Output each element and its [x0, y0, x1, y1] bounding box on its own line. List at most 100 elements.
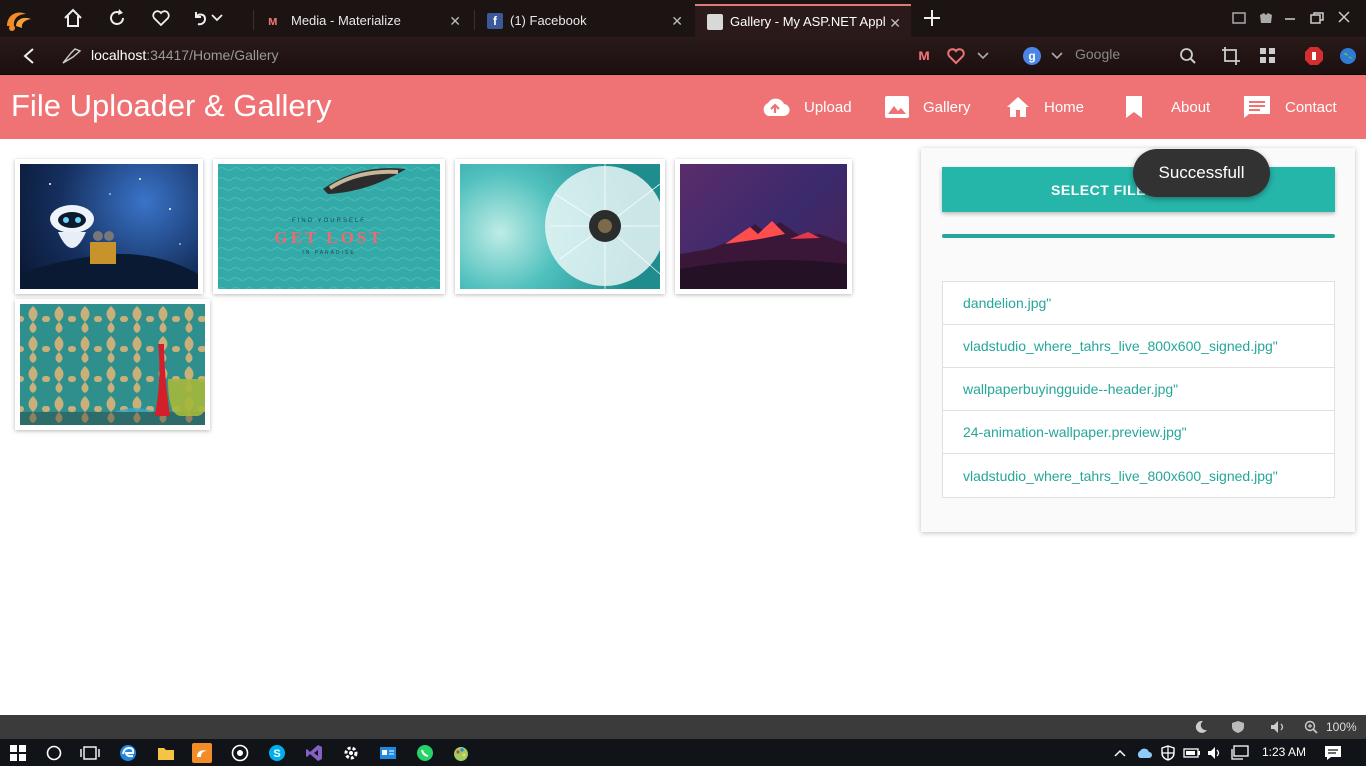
site-info-icon[interactable] — [60, 44, 84, 68]
materialize-icon[interactable]: ᴍ — [912, 44, 936, 68]
wallpaper-vases-image — [20, 304, 205, 425]
action-center-icon[interactable] — [1323, 743, 1343, 763]
red-mountains-image — [680, 164, 847, 289]
file-explorer-icon[interactable] — [156, 743, 176, 763]
brand-logo[interactable]: File Uploader & Gallery — [11, 88, 331, 124]
google-search-engine-icon[interactable]: g — [1020, 44, 1044, 68]
globe-extension-icon[interactable] — [1336, 44, 1360, 68]
gallery-item[interactable] — [15, 159, 203, 294]
svg-text:S: S — [273, 748, 280, 760]
favorite-heart-icon[interactable] — [944, 44, 968, 68]
new-tab-plus-icon[interactable] — [920, 6, 944, 30]
search-input[interactable]: Google — [1075, 46, 1120, 62]
tab-label: Media - Materialize — [291, 13, 401, 28]
defender-shield-icon[interactable] — [1158, 743, 1178, 763]
nav-label: About — [1171, 98, 1211, 116]
get-lost-boat-image: FIND YOURSELF GET LOST IN PARADISE — [218, 164, 440, 289]
skin-icon[interactable] — [1254, 6, 1278, 30]
gallery-item[interactable] — [455, 159, 665, 294]
gallery-item[interactable]: FIND YOURSELF GET LOST IN PARADISE — [213, 159, 445, 294]
bookmark-icon — [1125, 95, 1143, 119]
tab-separator — [253, 10, 254, 30]
file-list-item[interactable]: wallpaperbuyingguide--header.jpg" — [943, 368, 1334, 411]
edge-browser-icon[interactable] — [118, 743, 138, 763]
tab-label: (1) Facebook — [510, 13, 587, 28]
success-toast: Successfull — [1133, 149, 1270, 197]
browser-tab-bar: ᴍ Media - Materialize ✕ f (1) Facebook ✕… — [0, 0, 1366, 37]
upload-progress-bar — [942, 234, 1335, 238]
nav-home[interactable]: Home — [1006, 92, 1084, 122]
night-mode-moon-icon[interactable] — [1189, 715, 1213, 739]
skype-icon[interactable]: S — [267, 743, 287, 763]
file-list-item[interactable]: vladstudio_where_tahrs_live_800x600_sign… — [943, 454, 1334, 497]
nav-label: Home — [1044, 98, 1085, 116]
chevron-down-icon[interactable] — [1045, 44, 1069, 68]
settings-target-icon[interactable] — [230, 743, 250, 763]
image-subtitle-top: FIND YOURSELF — [292, 218, 366, 224]
windows-start-icon[interactable] — [8, 743, 28, 763]
uc-browser-taskbar-icon[interactable] — [192, 743, 212, 763]
nav-contact[interactable]: Contact — [1243, 92, 1337, 122]
nav-label: Upload — [804, 98, 852, 116]
network-icon[interactable] — [1230, 743, 1250, 763]
file-list-item[interactable]: dandelion.jpg" — [943, 282, 1334, 325]
restore-icon[interactable] — [1305, 6, 1329, 30]
image-caption: GET LOST — [274, 228, 383, 247]
zoom-level[interactable]: 100% — [1326, 720, 1357, 734]
paint-app-icon[interactable] — [451, 743, 471, 763]
image-icon — [885, 96, 909, 118]
chevron-up-icon[interactable] — [1110, 743, 1130, 763]
tablet-mode-icon[interactable] — [1227, 6, 1251, 30]
url-path: :34417/Home/Gallery — [146, 47, 279, 63]
cloud-sync-icon[interactable] — [1134, 743, 1154, 763]
adblock-icon[interactable] — [1302, 44, 1326, 68]
tab-materialize[interactable]: ᴍ Media - Materialize ✕ — [256, 4, 471, 37]
apps-grid-icon[interactable] — [1256, 44, 1280, 68]
file-list-item[interactable]: vladstudio_where_tahrs_live_800x600_sign… — [943, 325, 1334, 368]
favorite-heart-icon[interactable] — [149, 6, 173, 30]
url-host: localhost — [91, 47, 147, 63]
cloud-upload-icon — [760, 96, 790, 118]
browser-status-bar — [0, 715, 1366, 739]
nav-about[interactable]: About — [1125, 92, 1210, 122]
battery-icon[interactable] — [1182, 743, 1202, 763]
screenshot-icon[interactable] — [1219, 44, 1243, 68]
nav-upload[interactable]: Upload — [760, 92, 852, 122]
tab-gallery[interactable]: Gallery - My ASP.NET Applica ✕ — [695, 4, 911, 37]
shield-icon[interactable] — [1226, 715, 1250, 739]
task-view-icon[interactable] — [80, 743, 100, 763]
chevron-down-icon[interactable] — [207, 6, 227, 30]
gallery-item[interactable] — [675, 159, 852, 294]
back-icon[interactable] — [17, 44, 41, 68]
home-icon[interactable] — [61, 6, 85, 30]
materialize-icon: ᴍ — [268, 12, 278, 28]
cortana-search-icon[interactable] — [44, 743, 64, 763]
tab-label: Gallery - My ASP.NET Applica — [730, 14, 885, 29]
page-icon — [707, 13, 723, 30]
whatsapp-icon[interactable] — [415, 743, 435, 763]
url-field[interactable]: localhost:34417/Home/Gallery — [91, 47, 279, 63]
speaker-icon[interactable] — [1205, 743, 1225, 763]
uc-browser-logo-icon[interactable] — [4, 5, 34, 33]
reload-icon[interactable] — [105, 6, 129, 30]
image-subtitle-bottom: IN PARADISE — [302, 250, 355, 256]
close-icon[interactable]: ✕ — [889, 15, 901, 32]
nav-gallery[interactable]: Gallery — [885, 92, 971, 122]
tab-facebook[interactable]: f (1) Facebook ✕ — [475, 4, 693, 37]
svg-text:g: g — [1028, 49, 1035, 63]
contact-card-icon[interactable] — [378, 743, 398, 763]
volume-icon[interactable] — [1266, 715, 1290, 739]
zoom-icon[interactable] — [1299, 715, 1323, 739]
close-icon[interactable]: ✕ — [449, 13, 461, 30]
close-icon[interactable]: ✕ — [671, 13, 683, 30]
nav-label: Contact — [1285, 98, 1337, 116]
minimize-icon[interactable] — [1278, 6, 1302, 30]
system-clock[interactable]: 1:23 AM — [1262, 745, 1306, 759]
chevron-down-icon[interactable] — [971, 44, 995, 68]
gear-icon[interactable] — [341, 743, 361, 763]
visual-studio-icon[interactable] — [304, 743, 324, 763]
file-list-item[interactable]: 24-animation-wallpaper.preview.jpg" — [943, 411, 1334, 454]
close-window-icon[interactable] — [1332, 5, 1356, 29]
search-icon[interactable] — [1176, 44, 1200, 68]
gallery-item[interactable] — [15, 299, 210, 430]
